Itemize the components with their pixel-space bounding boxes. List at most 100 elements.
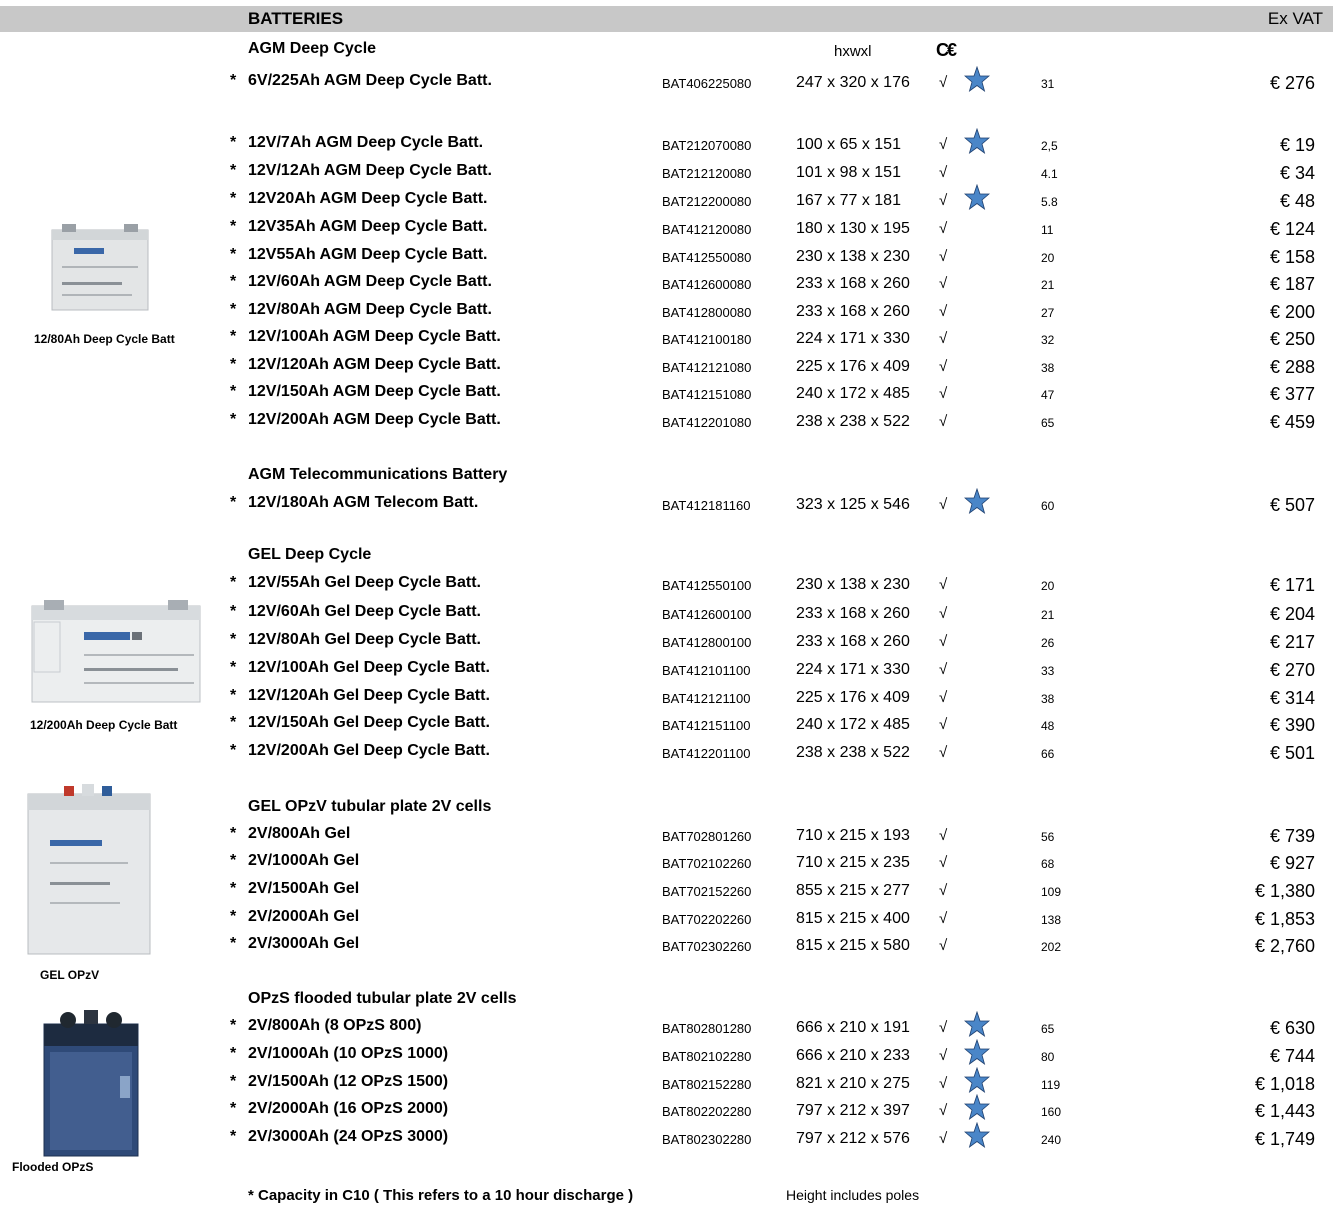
capacity-marker: * xyxy=(230,1100,237,1117)
product-dimensions: 240 x 172 x 485 xyxy=(796,716,910,733)
product-dimensions: 797 x 212 x 397 xyxy=(796,1102,910,1119)
opzv-photo-caption: GEL OPzV xyxy=(40,968,100,982)
product-weight: 60 xyxy=(1041,499,1055,513)
ce-check-mark: √ xyxy=(939,385,948,402)
product-dimensions: 167 x 77 x 181 xyxy=(796,192,901,209)
table-row: * 12V/180Ah AGM Telecom Batt. BAT412181160… xyxy=(0,488,1333,518)
opzv-cell-photo xyxy=(27,784,151,955)
product-code: BAT412201100 xyxy=(662,746,751,761)
capacity-marker: * xyxy=(230,880,237,897)
table-row: * 2V/800Ah Gel BAT702801260 710 x 215 x 193… xyxy=(0,825,1333,849)
product-weight: 109 xyxy=(1041,885,1062,899)
product-code: BAT802302280 xyxy=(662,1132,752,1147)
ce-check-mark: √ xyxy=(939,937,948,954)
product-dimensions: 100 x 65 x 151 xyxy=(796,136,901,153)
product-name: 2V/3000Ah (24 OPzS 3000) xyxy=(248,1128,449,1145)
table-row: * 12V/12Ah AGM Deep Cycle Batt. BAT2121200… xyxy=(0,162,1333,186)
table-row: * 2V/2000Ah Gel BAT702202260 815 x 215 x 40… xyxy=(0,908,1333,932)
product-price: € 217 xyxy=(1269,632,1315,652)
table-row: * 12V/200Ah AGM Deep Cycle Batt. BAT412201… xyxy=(0,411,1333,435)
product-price: € 739 xyxy=(1269,826,1315,846)
product-name: 12V/150Ah AGM Deep Cycle Batt. xyxy=(248,383,501,400)
product-name: 12V/100Ah Gel Deep Cycle Batt. xyxy=(248,659,490,676)
ce-check-mark: √ xyxy=(939,1102,948,1119)
table-header-bar: BATTERIES Ex VAT xyxy=(0,6,1333,32)
product-dimensions: 323 x 125 x 546 xyxy=(796,496,910,513)
product-name: 6V/225Ah AGM Deep Cycle Batt. xyxy=(248,72,492,89)
product-code: BAT702152260 xyxy=(662,884,752,899)
capacity-marker: * xyxy=(230,631,237,648)
product-weight: 47 xyxy=(1041,388,1055,402)
product-name: 12V/150Ah Gel Deep Cycle Batt. xyxy=(248,714,490,731)
product-name: 2V/1500Ah (12 OPzS 1500) xyxy=(248,1073,449,1090)
product-name: 12V/120Ah AGM Deep Cycle Batt. xyxy=(248,356,501,373)
product-name: 2V/2000Ah Gel xyxy=(248,908,360,925)
ce-check-mark: √ xyxy=(939,1130,948,1147)
product-code: BAT412151100 xyxy=(662,718,751,733)
table-row: * 12V35Ah AGM Deep Cycle Batt. BAT41212008… xyxy=(0,218,1333,242)
product-code: BAT412101100 xyxy=(662,663,751,678)
product-price: € 48 xyxy=(1279,191,1315,211)
product-price: € 124 xyxy=(1269,219,1315,239)
opzs-cell-photo xyxy=(43,1010,139,1157)
table-row: * 2V/1500Ah (12 OPzS 1500) BAT802152280 821… xyxy=(0,1067,1333,1097)
product-weight: 31 xyxy=(1041,77,1055,91)
product-price: € 288 xyxy=(1269,357,1315,377)
ce-check-mark: √ xyxy=(939,303,948,320)
product-dimensions: 180 x 130 x 195 xyxy=(796,220,910,237)
product-price: € 19 xyxy=(1279,135,1315,155)
product-code: BAT212120080 xyxy=(662,166,752,181)
product-weight: 21 xyxy=(1041,278,1055,292)
ce-mark-icon: C€ xyxy=(936,40,957,60)
product-code: BAT406225080 xyxy=(662,76,752,91)
section-title: OPzS flooded tubular plate 2V cells xyxy=(248,990,517,1007)
capacity-marker: * xyxy=(230,1073,237,1090)
product-weight: 2,5 xyxy=(1041,139,1058,153)
product-name: 2V/2000Ah (16 OPzS 2000) xyxy=(248,1100,449,1117)
product-weight: 119 xyxy=(1041,1078,1061,1092)
product-price: € 276 xyxy=(1269,73,1315,93)
product-dimensions: 797 x 212 x 576 xyxy=(796,1130,910,1147)
product-price: € 501 xyxy=(1269,743,1315,763)
product-price: € 270 xyxy=(1269,660,1315,680)
product-price: € 250 xyxy=(1269,329,1315,349)
ce-check-mark: √ xyxy=(939,716,948,733)
ce-check-mark: √ xyxy=(939,633,948,650)
product-code: BAT212200080 xyxy=(662,194,752,209)
ce-check-mark: √ xyxy=(939,576,948,593)
table-row: * 12V/120Ah AGM Deep Cycle Batt. BAT412121… xyxy=(0,356,1333,380)
section-title: GEL Deep Cycle xyxy=(248,546,372,563)
table-row: * 12V/200Ah Gel Deep Cycle Batt. BAT412201… xyxy=(0,742,1333,766)
capacity-marker: * xyxy=(230,218,237,235)
capacity-marker: * xyxy=(230,1017,237,1034)
product-name: 12V/180Ah AGM Telecom Batt. xyxy=(248,494,479,511)
gel-photo-caption: 12/200Ah Deep Cycle Batt xyxy=(30,718,178,732)
product-weight: 80 xyxy=(1041,1050,1055,1064)
product-weight: 68 xyxy=(1041,857,1055,871)
table-row: * 12V/150Ah Gel Deep Cycle Batt. BAT412151… xyxy=(0,714,1333,738)
capacity-marker: * xyxy=(230,687,237,704)
product-dimensions: 238 x 238 x 522 xyxy=(796,413,910,430)
product-dimensions: 101 x 98 x 151 xyxy=(796,164,901,181)
ce-check-mark: √ xyxy=(939,275,948,292)
table-row: * 2V/3000Ah Gel BAT702302260 815 x 215 x 58… xyxy=(0,935,1333,959)
dimensions-column-header: hxwxl xyxy=(834,43,872,60)
product-name: 12V/55Ah Gel Deep Cycle Batt. xyxy=(248,574,481,591)
capacity-marker: * xyxy=(230,134,237,151)
ce-check-mark: √ xyxy=(939,330,948,347)
product-dimensions: 821 x 210 x 275 xyxy=(796,1075,910,1092)
product-code: BAT412600100 xyxy=(662,607,752,622)
product-price: € 314 xyxy=(1269,688,1315,708)
product-price: € 390 xyxy=(1269,715,1315,735)
product-price: € 1,749 xyxy=(1254,1129,1315,1149)
product-price: € 459 xyxy=(1269,412,1315,432)
product-price: € 34 xyxy=(1279,163,1315,183)
product-code: BAT412550080 xyxy=(662,250,752,265)
product-dimensions: 666 x 210 x 233 xyxy=(796,1047,910,1064)
ex-vat-label: Ex VAT xyxy=(1267,9,1323,28)
capacity-footnote: * Capacity in C10 ( This refers to a 10 … xyxy=(248,1187,634,1204)
product-weight: 240 xyxy=(1041,1133,1062,1147)
capacity-marker: * xyxy=(230,603,237,620)
star-icon xyxy=(964,1122,990,1148)
table-row: * 12V/80Ah AGM Deep Cycle Batt. BAT4128000… xyxy=(0,301,1333,325)
